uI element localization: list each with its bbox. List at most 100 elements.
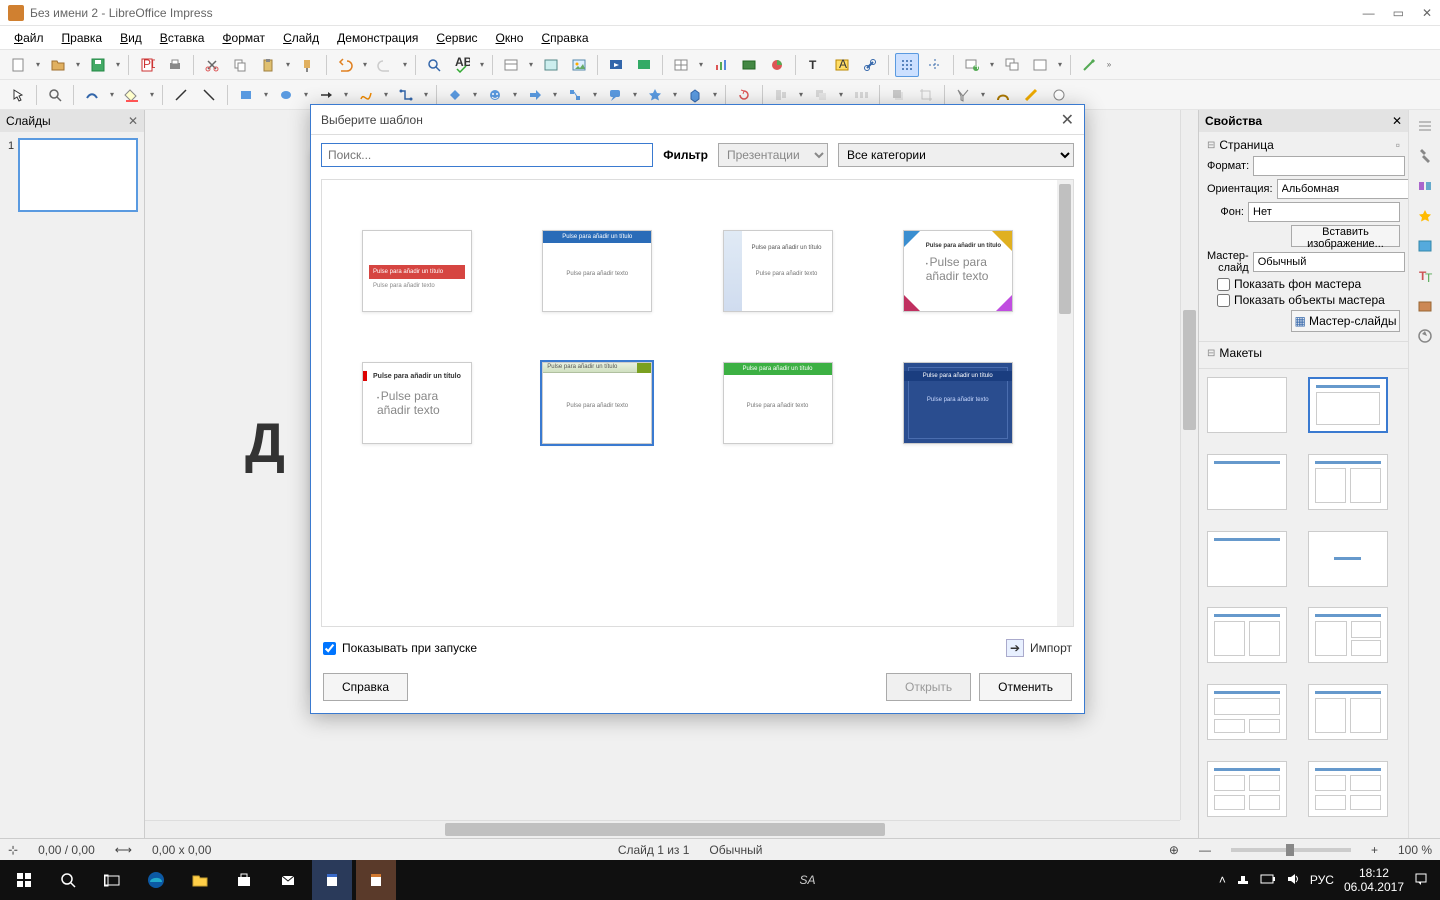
rectangle-tool[interactable] xyxy=(234,83,258,107)
fit-page-icon[interactable]: ⊕ xyxy=(1169,843,1179,857)
menu-view[interactable]: Вид xyxy=(112,29,150,47)
menu-insert[interactable]: Вставка xyxy=(152,29,213,47)
language-indicator[interactable]: РУС xyxy=(1310,873,1334,887)
navigator-tab-icon[interactable] xyxy=(1413,324,1437,348)
new-button[interactable] xyxy=(6,53,30,77)
clock[interactable]: 18:12 06.04.2017 xyxy=(1344,866,1404,895)
line-tool-diag[interactable] xyxy=(197,83,221,107)
show-obj-checkbox[interactable] xyxy=(1217,294,1230,307)
open-button[interactable] xyxy=(46,53,70,77)
start-button[interactable] xyxy=(4,860,44,900)
layout-centered[interactable] xyxy=(1308,531,1388,587)
cut-button[interactable] xyxy=(200,53,224,77)
open-dropdown[interactable]: ▾ xyxy=(74,53,82,77)
select-tool[interactable] xyxy=(6,83,30,107)
master-slide-input[interactable] xyxy=(1253,252,1405,272)
insert-textbox-button[interactable]: T xyxy=(802,53,826,77)
menu-help[interactable]: Справка xyxy=(533,29,596,47)
block-arrows-tool[interactable] xyxy=(523,83,547,107)
styles-tab-icon[interactable]: TT xyxy=(1413,264,1437,288)
undo-button[interactable] xyxy=(333,53,357,77)
connector-tool[interactable] xyxy=(394,83,418,107)
clone-format-button[interactable] xyxy=(296,53,320,77)
import-link[interactable]: ➔ Импорт xyxy=(1006,639,1072,657)
paste-button[interactable] xyxy=(256,53,280,77)
snap-guides-button[interactable] xyxy=(923,53,947,77)
background-input[interactable] xyxy=(1248,202,1400,222)
shadow-tool[interactable] xyxy=(886,83,910,107)
volume-icon[interactable] xyxy=(1286,872,1300,889)
layout-title-only[interactable] xyxy=(1207,454,1287,510)
sidebar-config-icon[interactable] xyxy=(1413,114,1437,138)
insert-media-button[interactable] xyxy=(737,53,761,77)
more-icon[interactable]: ▫ xyxy=(1396,138,1400,152)
stars-tool[interactable] xyxy=(643,83,667,107)
transitions-tab-icon[interactable] xyxy=(1413,174,1437,198)
start-current-button[interactable] xyxy=(632,53,656,77)
explorer-icon[interactable] xyxy=(180,860,220,900)
spellcheck-button[interactable]: ABC xyxy=(450,53,474,77)
fill-color-button[interactable] xyxy=(120,83,144,107)
duplicate-slide-button[interactable] xyxy=(1000,53,1024,77)
help-button[interactable]: Справка xyxy=(323,673,408,701)
master-slides-button[interactable]: ▦ Мастер-слайды xyxy=(1291,310,1400,332)
vertical-scrollbar[interactable] xyxy=(1180,110,1198,820)
startup-checkbox-label[interactable]: Показывать при запуске xyxy=(323,641,477,655)
redo-button[interactable] xyxy=(373,53,397,77)
orientation-input[interactable] xyxy=(1277,179,1408,199)
insert-image-button[interactable]: Вставить изображение... xyxy=(1291,225,1400,247)
template-item[interactable]: Pulse para añadir un título Pulse para a… xyxy=(903,362,1013,444)
save-button[interactable] xyxy=(86,53,110,77)
save-dropdown[interactable]: ▾ xyxy=(114,53,122,77)
layout-title-content[interactable] xyxy=(1308,377,1388,433)
slide-thumbnail[interactable]: 1 xyxy=(6,138,138,212)
layout-blank[interactable] xyxy=(1207,377,1287,433)
cancel-button[interactable]: Отменить xyxy=(979,673,1072,701)
tray-up-icon[interactable]: ˄ xyxy=(1219,873,1226,887)
filter-category-select[interactable]: Все категории xyxy=(838,143,1074,167)
start-slideshow-button[interactable] xyxy=(604,53,628,77)
close-button[interactable]: ✕ xyxy=(1422,6,1432,20)
dialog-close-icon[interactable]: ✕ xyxy=(1061,110,1074,130)
template-item[interactable]: Pulse para añadir un título Pulse para a… xyxy=(723,362,833,444)
insert-pie-button[interactable] xyxy=(765,53,789,77)
toolbar-overflow[interactable]: » xyxy=(1105,53,1113,77)
layout-four[interactable] xyxy=(1308,684,1388,740)
print-button[interactable] xyxy=(163,53,187,77)
template-item[interactable]: Pulse para añadir un título Pulse para a… xyxy=(723,230,833,312)
dialog-scrollbar[interactable] xyxy=(1057,180,1073,626)
paste-dropdown[interactable]: ▾ xyxy=(284,53,292,77)
insert-frame-button[interactable]: A xyxy=(830,53,854,77)
flowchart-tool[interactable] xyxy=(563,83,587,107)
insert-image-button[interactable] xyxy=(567,53,591,77)
effects-button[interactable] xyxy=(1077,53,1101,77)
store-icon[interactable] xyxy=(224,860,264,900)
zoom-tool[interactable] xyxy=(43,83,67,107)
search-icon[interactable] xyxy=(48,860,88,900)
slide-props-button[interactable] xyxy=(1028,53,1052,77)
template-item[interactable]: Pulse para añadir un título Pulse para a… xyxy=(362,230,472,312)
layout-header[interactable] xyxy=(1207,531,1287,587)
insert-chart-button[interactable] xyxy=(709,53,733,77)
horizontal-scrollbar[interactable] xyxy=(145,820,1180,838)
layout-grid-4b[interactable] xyxy=(1308,761,1388,817)
snap-grid-button[interactable] xyxy=(895,53,919,77)
menu-format[interactable]: Формат xyxy=(214,29,273,47)
callout-tool[interactable] xyxy=(603,83,627,107)
export-pdf-button[interactable]: PDF xyxy=(135,53,159,77)
layout-two-content[interactable] xyxy=(1308,454,1388,510)
menu-file[interactable]: Файл xyxy=(6,29,52,47)
maximize-button[interactable]: ▭ xyxy=(1393,6,1404,20)
zoom-percent[interactable]: 100 % xyxy=(1398,843,1432,857)
text-effects-button[interactable] xyxy=(80,83,104,107)
mail-icon[interactable] xyxy=(268,860,308,900)
basic-shapes-tool[interactable] xyxy=(443,83,467,107)
taskview-icon[interactable] xyxy=(92,860,132,900)
ellipse-tool[interactable] xyxy=(274,83,298,107)
template-item[interactable]: Pulse para añadir un título Pulse para a… xyxy=(542,230,652,312)
writer-icon[interactable] xyxy=(312,860,352,900)
show-bg-checkbox[interactable] xyxy=(1217,278,1230,291)
crop-tool[interactable] xyxy=(914,83,938,107)
close-sidebar-icon[interactable]: ✕ xyxy=(1392,114,1402,128)
layout-two-boxes[interactable] xyxy=(1207,607,1287,663)
